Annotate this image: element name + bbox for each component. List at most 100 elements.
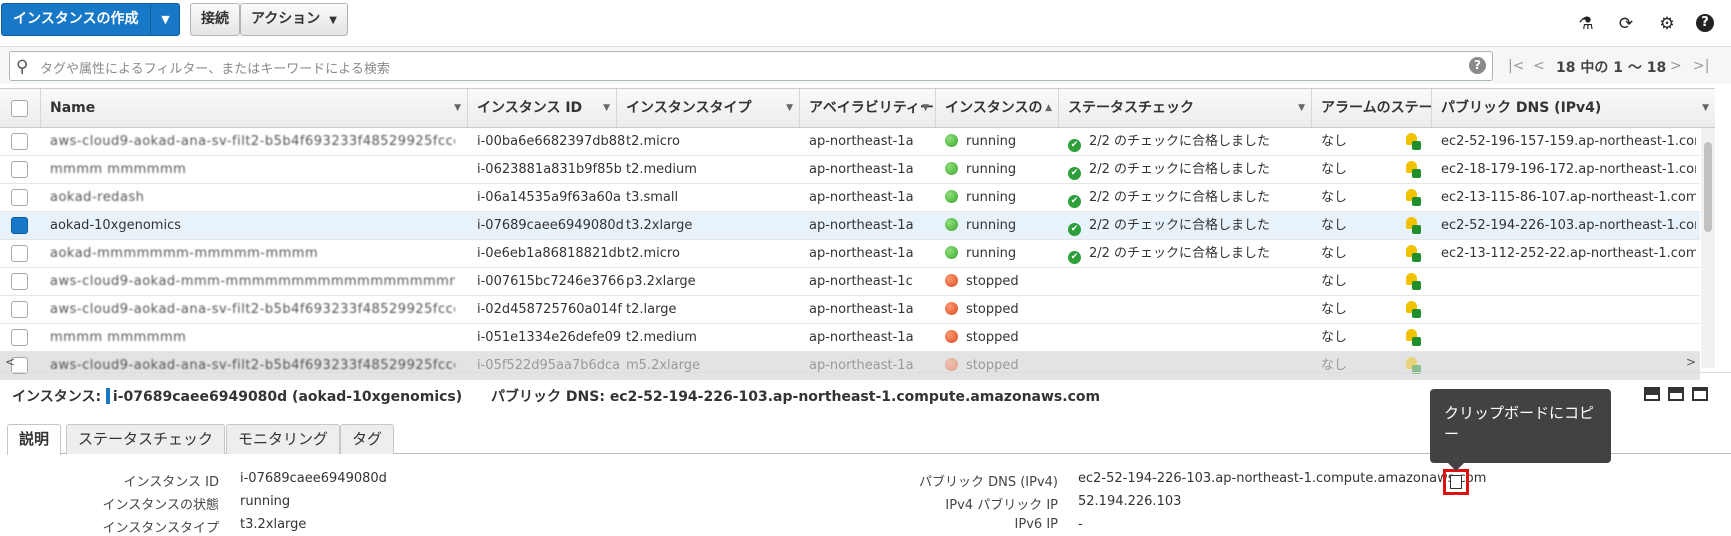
table-header: Name ▼ インスタンス ID ▼ インスタンスタイプ ▼ アベイラビリティー ▼ イ… (0, 88, 1715, 128)
clipboard-icon[interactable] (1450, 475, 1462, 489)
scrollbar-thumb[interactable] (1704, 142, 1712, 232)
table-row[interactable]: aokad-mmmmmmm-mmmmm-mmmm i-0e6eb1a8681882… (0, 240, 1700, 268)
table-row[interactable]: aokad-10xgenomics i-07689caee6949080d t3.2… (0, 212, 1700, 240)
chevron-down-icon[interactable]: ▼ (1298, 89, 1305, 127)
cell-availability-zone: ap-northeast-1a (809, 324, 914, 351)
refresh-icon[interactable]: ⟳ (1616, 14, 1636, 34)
chevron-down-icon[interactable]: ▼ (329, 15, 337, 26)
cell-name-text: mmmm mmmmmm (50, 162, 187, 177)
cell-availability-zone-text: ap-northeast-1a (809, 162, 914, 177)
first-page-icon[interactable]: |< (1508, 58, 1524, 74)
add-alarm-icon[interactable] (1404, 161, 1422, 179)
chevron-down-icon[interactable]: ▼ (603, 89, 610, 127)
cell-instance-id-text: i-051e1334e26defe09 (477, 330, 622, 345)
add-alarm-icon[interactable] (1404, 217, 1422, 235)
cell-status-check-text: 2/2 のチェックに合格しました (1089, 162, 1271, 177)
tab-description[interactable]: 説明 (7, 424, 62, 455)
vertical-scrollbar[interactable] (1701, 128, 1715, 368)
column-header-label[interactable]: アラームのステー (1321, 100, 1431, 116)
column-header-label[interactable]: ステータスチェック (1068, 100, 1194, 116)
cell-instance-type-text: t2.micro (626, 246, 680, 261)
cell-instance-state: running (945, 240, 1016, 267)
column-header-label[interactable]: インスタンスタイプ (626, 100, 751, 116)
pane-full-icon[interactable] (1692, 387, 1708, 401)
flask-icon[interactable]: ⚗ (1576, 14, 1596, 34)
gear-icon[interactable]: ⚙ (1657, 14, 1677, 34)
scroll-right-icon[interactable]: > (1686, 355, 1696, 369)
table-row[interactable]: mmmm mmmmmm i-051e1334e26defe09 t2.medium a… (0, 324, 1700, 352)
column-header-label[interactable]: インスタンスの (945, 100, 1042, 116)
add-alarm-icon[interactable] (1404, 189, 1422, 207)
next-page-icon[interactable]: > (1670, 58, 1682, 74)
add-alarm-icon[interactable] (1404, 133, 1422, 151)
column-header-label[interactable]: アベイラビリティー (809, 100, 934, 116)
column-header-name[interactable]: Name ▼ (40, 89, 467, 127)
column-header-type[interactable]: インスタンスタイプ ▼ (616, 89, 799, 127)
row-checkbox[interactable] (11, 301, 28, 318)
column-header-az[interactable]: アベイラビリティー ▼ (799, 89, 935, 127)
column-header-id[interactable]: インスタンス ID ▼ (467, 89, 616, 127)
chevron-down-icon[interactable]: ▼ (922, 89, 929, 127)
table-row[interactable]: aws-cloud9-aokad-mmm-mmmmmmmmmmmmmmmmmmm… (0, 268, 1700, 296)
search-placeholder[interactable]: タグや属性によるフィルター、またはキーワードによる検索 (40, 58, 390, 77)
chevron-down-icon[interactable]: ▼ (786, 89, 793, 127)
row-checkbox[interactable] (11, 217, 28, 234)
row-checkbox[interactable] (11, 273, 28, 290)
pane-split-icon[interactable] (1668, 387, 1684, 401)
row-checkbox[interactable] (11, 245, 28, 262)
column-header-label[interactable]: パブリック DNS (IPv4) (1441, 100, 1601, 116)
cell-instance-state: running (945, 156, 1016, 183)
table-row[interactable]: aws-cloud9-aokad-ana-sv-filt2-b5b4f69323… (0, 128, 1700, 156)
cell-public-dns: ec2-52-196-157-159.ap-northeast-1.compu.… (1441, 128, 1696, 155)
scroll-left-icon[interactable]: < (5, 355, 15, 369)
last-page-icon[interactable]: >| (1693, 58, 1709, 74)
create-instance-label[interactable]: インスタンスの作成 (2, 4, 152, 35)
column-header-dns[interactable]: パブリック DNS (IPv4) ▼ (1431, 89, 1715, 127)
tab-status-checks[interactable]: ステータスチェック (66, 424, 226, 454)
connect-button[interactable]: 接続 (190, 3, 240, 36)
chevron-down-icon[interactable]: ▼ (454, 89, 461, 127)
select-all-checkbox[interactable] (11, 100, 28, 117)
search-input[interactable]: ⚲ タグや属性によるフィルター、またはキーワードによる検索 ? (9, 51, 1493, 81)
table-row[interactable]: aws-cloud9-aokad-ana-sv-filt2-b5b4f69323… (0, 296, 1700, 324)
row-checkbox[interactable] (11, 189, 28, 206)
cell-instance-id-text: i-0623881a831b9f85b (477, 162, 622, 177)
cell-instance-state-text: running (966, 162, 1017, 177)
actions-button[interactable]: アクション ▼ (240, 3, 348, 36)
copy-to-clipboard-button[interactable] (1443, 469, 1469, 495)
cell-instance-type: p3.2xlarge (626, 268, 696, 295)
add-alarm-icon[interactable] (1404, 329, 1422, 347)
table-row[interactable]: aokad-redash i-06a14535a9f63a60a t3.small a… (0, 184, 1700, 212)
help-icon[interactable]: ? (1696, 14, 1714, 32)
cell-name-text: aokad-redash (50, 190, 145, 205)
add-alarm-icon[interactable] (1404, 301, 1422, 319)
chevron-down-icon[interactable]: ▼ (151, 4, 179, 35)
row-checkbox[interactable] (11, 133, 28, 150)
column-header-status[interactable]: ステータスチェック ▼ (1058, 89, 1311, 127)
horizontal-scrollbar[interactable]: < > (0, 355, 1715, 370)
chevron-down-icon[interactable]: ▼ (1702, 89, 1709, 127)
tab-monitoring[interactable]: モニタリング (226, 424, 341, 454)
add-alarm-icon[interactable] (1404, 273, 1422, 291)
running-status-icon (945, 246, 958, 259)
row-checkbox[interactable] (11, 161, 28, 178)
search-help-icon[interactable]: ? (1469, 57, 1486, 74)
column-header-label[interactable]: インスタンス ID (477, 100, 582, 116)
cell-instance-type: t2.medium (626, 324, 697, 351)
column-header-state[interactable]: インスタンスの ▲ (935, 89, 1058, 127)
table-row[interactable]: mmmm mmmmmm i-0623881a831b9f85b t2.medium a… (0, 156, 1700, 184)
row-checkbox[interactable] (11, 329, 28, 346)
cell-status-check-text: 2/2 のチェックに合格しました (1089, 134, 1271, 149)
pane-splitter[interactable] (0, 372, 1731, 376)
cell-alarm-status-text: なし (1321, 274, 1348, 289)
pane-bottom-icon[interactable] (1644, 387, 1660, 401)
column-header-alarm[interactable]: アラームのステー (1311, 89, 1431, 127)
add-alarm-icon[interactable] (1404, 245, 1422, 263)
cell-instance-type: t3.small (626, 184, 678, 211)
prev-page-icon[interactable]: < (1533, 58, 1545, 74)
tab-tags[interactable]: タグ (340, 424, 395, 454)
sort-ascending-icon[interactable]: ▲ (1045, 89, 1052, 127)
actions-label[interactable]: アクション (251, 11, 320, 27)
column-header-label[interactable]: Name (50, 100, 95, 116)
create-instance-button[interactable]: インスタンスの作成 ▼ (1, 3, 181, 36)
